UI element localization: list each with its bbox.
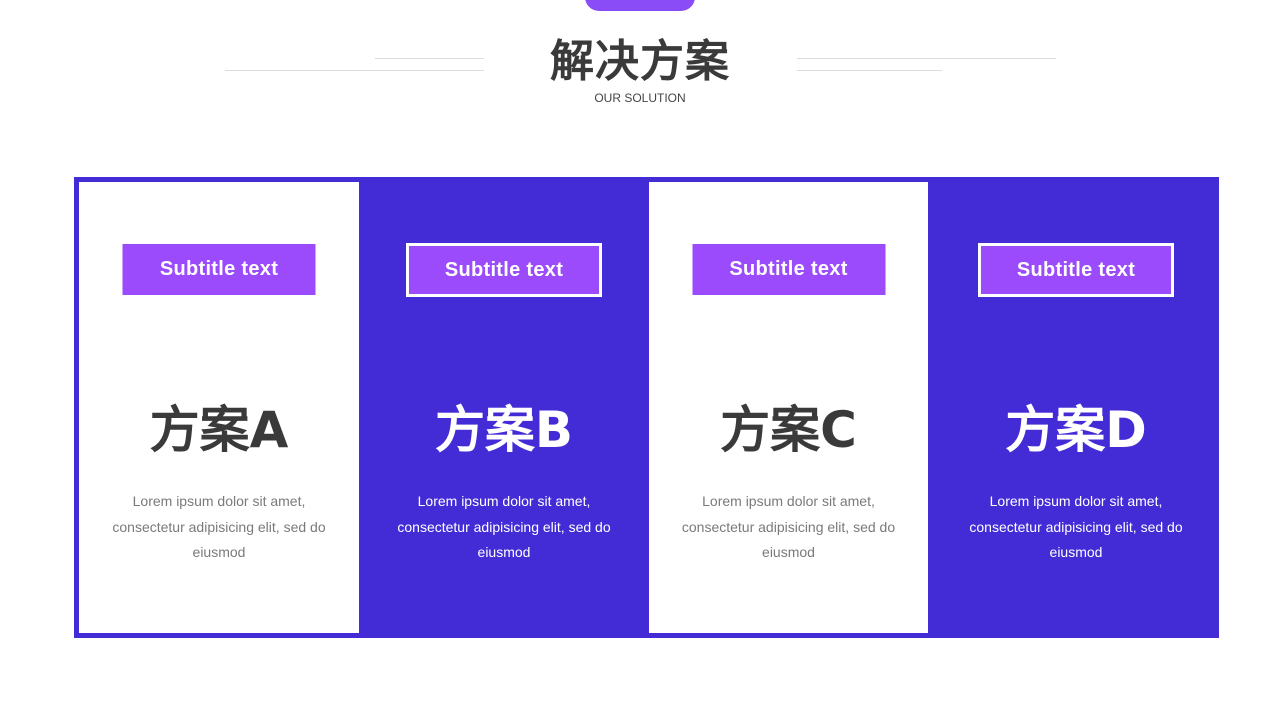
card-subtitle-badge: Subtitle text bbox=[122, 244, 316, 295]
card-description: Lorem ipsum dolor sit amet, consectetur … bbox=[397, 493, 611, 560]
card-plan-name: 方案B bbox=[434, 401, 574, 459]
card-plan-name: 方案A bbox=[149, 401, 289, 459]
page-subtitle: OUR SOLUTION bbox=[594, 91, 686, 105]
solution-card-b: Subtitle text 方案B Lorem ipsum dolor sit … bbox=[364, 182, 644, 633]
card-description: Lorem ipsum dolor sit amet, consectetur … bbox=[969, 493, 1183, 560]
page-title: 解决方案 bbox=[550, 36, 730, 87]
card-description: Lorem ipsum dolor sit amet, consectetur … bbox=[681, 493, 896, 560]
solution-card-a: Subtitle text 方案A Lorem ipsum dolor sit … bbox=[79, 182, 359, 633]
solution-card-d: Subtitle text 方案D Lorem ipsum dolor sit … bbox=[933, 182, 1219, 633]
card-plan-name: 方案C bbox=[720, 401, 857, 459]
card-subtitle-badge: Subtitle text bbox=[692, 244, 885, 295]
solution-card-c: Subtitle text 方案C Lorem ipsum dolor sit … bbox=[649, 182, 928, 633]
top-tab-decoration bbox=[585, 0, 695, 11]
card-subtitle-badge: Subtitle text bbox=[978, 243, 1174, 297]
card-plan-name: 方案D bbox=[1005, 401, 1147, 459]
card-description: Lorem ipsum dolor sit amet, consectetur … bbox=[112, 493, 326, 560]
card-subtitle-badge: Subtitle text bbox=[406, 243, 602, 297]
